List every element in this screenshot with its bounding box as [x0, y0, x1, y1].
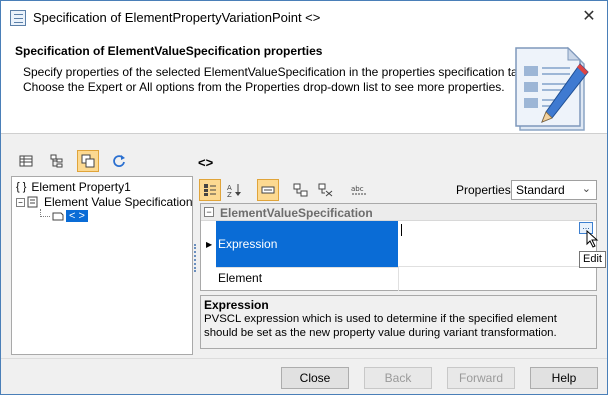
collapse-group-icon[interactable]: −: [204, 207, 214, 217]
expand-all-icon[interactable]: [290, 179, 312, 201]
edit-tooltip: Edit: [579, 251, 606, 268]
svg-text:Z: Z: [227, 191, 232, 197]
document-icon: [27, 196, 38, 208]
text-caret: [401, 224, 402, 236]
show-inherited-icon[interactable]: [257, 179, 279, 201]
current-row-marker-icon: ▶: [206, 240, 213, 249]
document-pencil-icon: [515, 46, 589, 131]
braces-icon: { }: [16, 181, 27, 193]
close-icon[interactable]: ✕: [579, 7, 599, 27]
dialog-header: Specification of ElementValueSpecificati…: [1, 34, 607, 134]
categorized-icon[interactable]: [199, 179, 221, 201]
tree-item-label: Element Property1: [31, 180, 131, 194]
svg-text:abc: abc: [351, 185, 364, 193]
tree-item-element-value-specification[interactable]: − Element Value Specification: [16, 195, 193, 209]
tree-view-icon[interactable]: [46, 150, 68, 172]
window-title: Specification of ElementPropertyVariatio…: [33, 10, 321, 25]
close-button[interactable]: Close: [281, 367, 349, 389]
sort-alpha-icon[interactable]: AZ: [224, 179, 246, 201]
back-button[interactable]: Back: [364, 367, 432, 389]
chevron-down-icon: ⌄: [581, 183, 591, 195]
header-title: Specification of ElementValueSpecificati…: [15, 44, 323, 58]
element-title: <>: [198, 155, 214, 170]
property-name-expression[interactable]: Expression: [216, 221, 398, 267]
column-separator: [398, 267, 399, 291]
header-description-line1: Specify properties of the selected Eleme…: [23, 65, 538, 79]
properties-table: − ElementValueSpecification ▶ Expression…: [200, 203, 597, 291]
app-icon: [10, 10, 26, 26]
abc-filter-icon[interactable]: abc: [348, 179, 370, 201]
tree-item-label-selected: < >: [66, 210, 88, 222]
mouse-cursor-icon: [586, 230, 599, 248]
property-group-row[interactable]: − ElementValueSpecification: [201, 204, 596, 221]
collapse-all-icon[interactable]: [315, 179, 337, 201]
containment-tree: { } Element Property1 − Element Value Sp…: [11, 176, 193, 355]
tree-item-element-property[interactable]: { } Element Property1: [16, 180, 131, 194]
refresh-icon[interactable]: [108, 150, 130, 172]
properties-label: Properties:: [456, 183, 515, 197]
title-bar: Specification of ElementPropertyVariatio…: [1, 1, 607, 34]
property-name-element[interactable]: Element: [216, 267, 398, 291]
property-value-expression[interactable]: [398, 221, 596, 267]
help-button[interactable]: Help: [530, 367, 598, 389]
tree-item-expression[interactable]: < >: [40, 209, 88, 222]
header-description-line2: Choose the Expert or All options from th…: [23, 80, 505, 94]
footer-divider: [1, 358, 607, 359]
list-view-icon[interactable]: [15, 150, 37, 172]
tree-connector: [40, 209, 50, 217]
forward-button[interactable]: Forward: [447, 367, 515, 389]
element-icon: [52, 212, 64, 221]
properties-dropdown-value: Standard: [516, 183, 565, 197]
property-group-name: ElementValueSpecification: [220, 206, 373, 220]
copy-element-icon[interactable]: [77, 150, 99, 172]
property-description: Expression PVSCL expression which is use…: [200, 295, 597, 349]
collapse-icon[interactable]: −: [16, 197, 25, 207]
description-title: Expression: [204, 298, 269, 312]
tree-toolbar: [15, 150, 130, 172]
description-text: PVSCL expression which is used to determ…: [204, 313, 557, 339]
properties-dropdown[interactable]: Standard ⌄: [511, 180, 597, 200]
specification-window: Specification of ElementPropertyVariatio…: [0, 0, 608, 395]
splitter-handle[interactable]: [194, 244, 196, 272]
tree-item-label: Element Value Specification: [44, 195, 193, 209]
